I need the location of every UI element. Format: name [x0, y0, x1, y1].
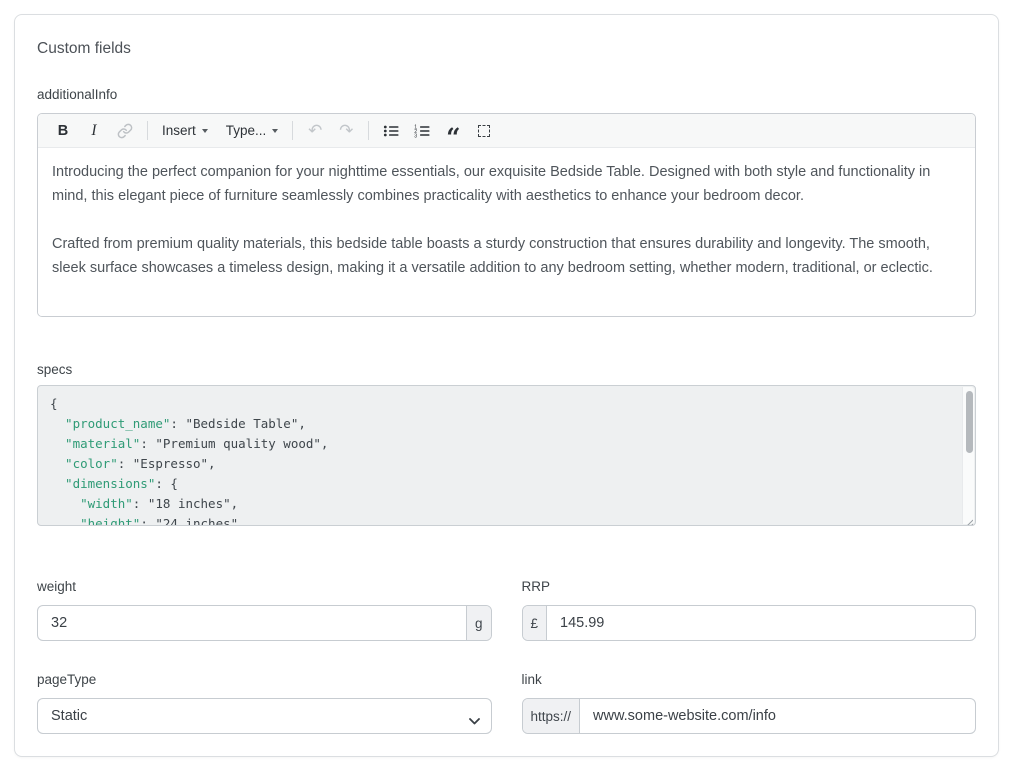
- type-menu-button[interactable]: Type...: [223, 118, 282, 144]
- specs-code-editor[interactable]: { "product_name": "Bedside Table", "mate…: [37, 385, 976, 526]
- rrp-input[interactable]: [547, 606, 975, 640]
- fields-row: weight g RRP £: [37, 578, 976, 641]
- code-line: {: [50, 394, 953, 414]
- bullet-list-icon[interactable]: [380, 118, 402, 144]
- scrollbar-thumb[interactable]: [966, 391, 973, 453]
- toolbar-divider: [292, 121, 293, 140]
- type-menu-label: Type...: [226, 123, 267, 138]
- additional-info-label: additionalInfo: [37, 86, 976, 104]
- code-line: "height": "24 inches",: [50, 514, 953, 526]
- weight-label: weight: [37, 578, 492, 596]
- code-line: "color": "Espresso",: [50, 454, 953, 474]
- weight-field-group: weight g: [37, 578, 492, 641]
- link-protocol-addon: https://: [523, 699, 581, 733]
- code-line: "material": "Premium quality wood",: [50, 434, 953, 454]
- code-line: "dimensions": {: [50, 474, 953, 494]
- insert-menu-label: Insert: [162, 123, 196, 138]
- card-title: Custom fields: [37, 39, 976, 59]
- weight-unit-addon: g: [466, 606, 491, 640]
- insert-menu-button[interactable]: Insert: [159, 118, 211, 144]
- visual-blocks-icon[interactable]: [473, 118, 495, 144]
- blockquote-icon[interactable]: “: [442, 118, 464, 144]
- code-line: "width": "18 inches",: [50, 494, 953, 514]
- editor-toolbar: B I Insert Type... ↶ ↷ 123 “: [38, 114, 975, 148]
- editor-paragraph: Crafted from premium quality materials, …: [52, 232, 961, 280]
- bold-button[interactable]: B: [52, 118, 74, 144]
- rrp-label: RRP: [522, 578, 977, 596]
- undo-icon[interactable]: ↶: [304, 118, 326, 144]
- chevron-down-icon: [202, 129, 208, 133]
- editor-paragraph: Introducing the perfect companion for yo…: [52, 160, 961, 208]
- link-label: link: [522, 671, 977, 689]
- pagetype-select[interactable]: Static: [37, 698, 492, 734]
- weight-input-group: g: [37, 605, 492, 641]
- link-icon[interactable]: [114, 118, 136, 144]
- editor-content[interactable]: Introducing the perfect companion for yo…: [38, 148, 975, 316]
- link-input[interactable]: [580, 699, 975, 733]
- redo-icon[interactable]: ↷: [335, 118, 357, 144]
- fields-row: pageType Static link https://: [37, 671, 976, 734]
- pagetype-field-group: pageType Static: [37, 671, 492, 734]
- link-input-group: https://: [522, 698, 977, 734]
- pagetype-label: pageType: [37, 671, 492, 689]
- code-line: "product_name": "Bedside Table",: [50, 414, 953, 434]
- specs-label: specs: [37, 361, 976, 379]
- rrp-currency-addon: £: [523, 606, 548, 640]
- weight-input[interactable]: [38, 606, 466, 640]
- svg-text:3: 3: [414, 133, 417, 138]
- rich-text-editor: B I Insert Type... ↶ ↷ 123 “: [37, 113, 976, 317]
- toolbar-divider: [368, 121, 369, 140]
- toolbar-divider: [147, 121, 148, 140]
- rrp-field-group: RRP £: [522, 578, 977, 641]
- italic-button[interactable]: I: [83, 118, 105, 144]
- custom-fields-card: Custom fields additionalInfo B I Insert …: [14, 14, 999, 757]
- rrp-input-group: £: [522, 605, 977, 641]
- numbered-list-icon[interactable]: 123: [411, 118, 433, 144]
- resize-handle-icon[interactable]: [964, 514, 973, 523]
- pagetype-select-wrap: Static: [37, 698, 492, 734]
- link-field-group: link https://: [522, 671, 977, 734]
- chevron-down-icon: [272, 129, 278, 133]
